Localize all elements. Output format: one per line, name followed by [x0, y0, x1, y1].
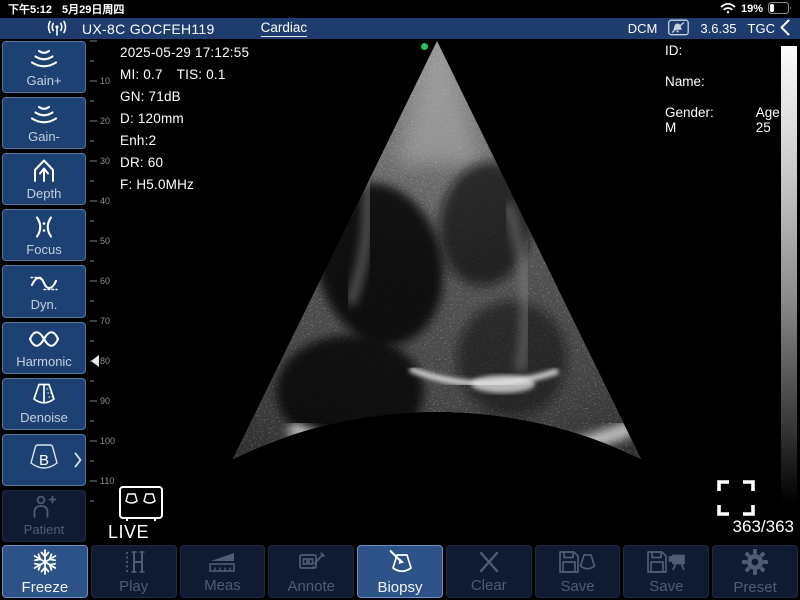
bottom-toolbar: Freeze Play Meas Annote: [0, 543, 800, 600]
battery-percent: 19%: [741, 3, 763, 15]
depth-value: D: 120mm: [120, 108, 249, 130]
gain-minus-icon: [29, 103, 59, 127]
battery-icon: [768, 2, 792, 17]
dynamic-range-icon: [28, 271, 60, 295]
probe-orientation-dot: [421, 43, 428, 50]
grayscale-bar: [781, 46, 797, 504]
play-button[interactable]: Play: [91, 545, 177, 598]
app-version: 3.6.35: [700, 21, 736, 36]
ruler-measure-icon: [206, 550, 238, 574]
tgc-label: TGC: [748, 21, 775, 36]
exam-preset-link[interactable]: Cardiac: [261, 20, 308, 37]
clock-time: 下午5:12: [8, 1, 52, 17]
gain-plus-button[interactable]: Gain+: [2, 41, 86, 93]
chevron-right-icon: [74, 452, 82, 468]
focus-marker-icon: [91, 355, 99, 367]
clock-date: 5月29日周四: [62, 1, 124, 17]
clear-x-icon: [477, 550, 501, 574]
device-name: UX-8C GOCFEH119: [82, 21, 215, 37]
image-parameters: 2025-05-29 17:12:55 MI: 0.7 TIS: 0.1 GN: …: [120, 42, 249, 196]
save-image-button[interactable]: Save: [535, 545, 621, 598]
patient-gender: Gender: M: [665, 105, 726, 135]
svg-text:50: 50: [100, 236, 110, 246]
patient-person-icon: [30, 494, 58, 520]
app-header: UX-8C GOCFEH119 Cardiac DCM 3.6.35 TGC: [0, 18, 800, 39]
frame-counter: 363/363: [733, 517, 794, 537]
gain-minus-button[interactable]: Gain-: [2, 97, 86, 149]
svg-text:60: 60: [100, 276, 110, 286]
patient-id: ID:: [665, 43, 800, 58]
focus-button[interactable]: Focus: [2, 209, 86, 261]
svg-text:90: 90: [100, 396, 110, 406]
fullscreen-icon[interactable]: [716, 479, 756, 522]
filmstrip-icon: [121, 549, 147, 575]
svg-text:100: 100: [100, 436, 115, 446]
snowflake-icon: [31, 548, 59, 576]
meas-button[interactable]: Meas: [180, 545, 266, 598]
left-control-panel: Gain+ Gain- Depth Focus: [0, 39, 88, 543]
frequency-value: F: H5.0MHz: [120, 174, 249, 196]
enhance-value: Enh:2: [120, 130, 249, 152]
tgc-chevron-left-icon: [780, 19, 790, 39]
depth-ruler: 10 20 30 40 50 60 70 80 90 100 110: [90, 39, 120, 543]
live-status-label: LIVE: [108, 522, 149, 543]
status-bar: 下午5:12 5月29日周四 19%: [0, 0, 800, 18]
depth-button[interactable]: Depth: [2, 153, 86, 205]
patient-info: ID: Name: Gender: M Age: 25: [665, 43, 800, 151]
save-image-icon: [558, 549, 598, 575]
clear-button[interactable]: Clear: [446, 545, 532, 598]
gain-value: GN: 71dB: [120, 86, 249, 108]
biopsy-needle-icon: [385, 548, 415, 576]
denoise-button[interactable]: Denoise: [2, 378, 86, 430]
preset-button[interactable]: Preset: [712, 545, 798, 598]
image-display-area: 10 20 30 40 50 60 70 80 90 100 110 2025-…: [88, 39, 800, 543]
svg-text:40: 40: [100, 196, 110, 206]
svg-text:10: 10: [100, 76, 110, 86]
annotation-pencil-icon: [296, 549, 326, 575]
harmonic-button[interactable]: Harmonic: [2, 322, 86, 374]
antenna-icon: [46, 20, 68, 37]
tis-value: TIS: 0.1: [177, 67, 226, 82]
svg-text:110: 110: [100, 476, 114, 486]
b-mode-button[interactable]: B: [2, 434, 86, 486]
dcm-label[interactable]: DCM: [628, 21, 658, 36]
dcm-sound-icon[interactable]: [668, 19, 689, 39]
patient-button[interactable]: Patient: [2, 490, 86, 542]
acquisition-datetime: 2025-05-29 17:12:55: [120, 42, 249, 64]
svg-text:30: 30: [100, 156, 110, 166]
depth-arrow-icon: [31, 158, 57, 184]
svg-text:70: 70: [100, 316, 110, 326]
svg-text:80: 80: [100, 356, 110, 366]
svg-text:20: 20: [100, 116, 110, 126]
save-video-button[interactable]: Save: [623, 545, 709, 598]
freeze-button[interactable]: Freeze: [2, 545, 88, 598]
biopsy-button[interactable]: Biopsy: [357, 545, 443, 598]
dynamic-range-button[interactable]: Dyn.: [2, 265, 86, 317]
wifi-icon: [720, 2, 736, 17]
dynamic-range-value: DR: 60: [120, 152, 249, 174]
annote-button[interactable]: Annote: [268, 545, 354, 598]
focus-icon: [31, 214, 57, 240]
mi-value: MI: 0.7: [120, 67, 163, 82]
svg-text:B: B: [39, 452, 49, 469]
b-mode-fan-icon: B: [22, 442, 66, 478]
gear-icon: [741, 548, 769, 576]
gain-plus-icon: [29, 47, 59, 71]
denoise-fan-icon: [29, 382, 59, 408]
harmonic-waves-icon: [27, 326, 61, 352]
tgc-button[interactable]: TGC: [748, 19, 790, 39]
patient-name: Name:: [665, 74, 800, 89]
save-video-icon: [646, 549, 686, 575]
